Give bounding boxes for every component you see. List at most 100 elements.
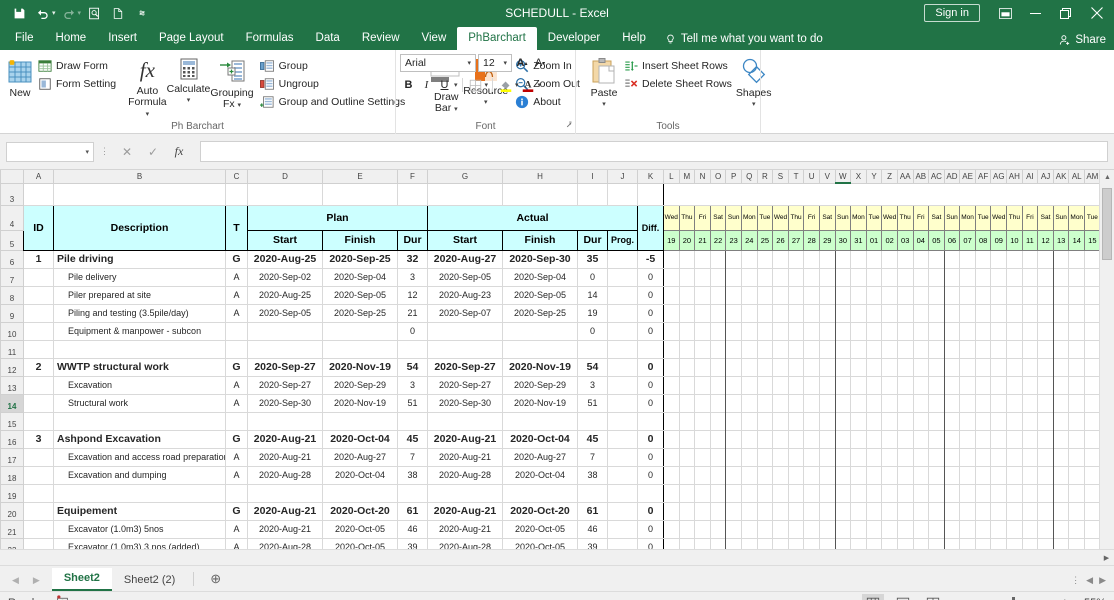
cell-description[interactable]: Pile delivery: [53, 267, 226, 287]
gantt-cell[interactable]: [694, 393, 711, 413]
gantt-cell[interactable]: [959, 537, 976, 549]
cell-prog[interactable]: [607, 519, 638, 539]
font-name-box[interactable]: Arial ▾: [400, 54, 476, 72]
gantt-cell[interactable]: [959, 429, 976, 449]
spreadsheet-grid[interactable]: A B C D E F G H I J K L M N O P Q R S T …: [0, 170, 1114, 549]
col-AI[interactable]: AI: [1021, 170, 1039, 184]
formula-input[interactable]: [200, 141, 1108, 162]
name-box[interactable]: ▾: [6, 141, 94, 162]
cell-actual-dur[interactable]: [577, 483, 608, 503]
gantt-cell[interactable]: [865, 267, 883, 287]
print-preview-icon[interactable]: [83, 3, 105, 23]
gantt-cell[interactable]: [865, 249, 883, 269]
col-C[interactable]: C: [225, 170, 248, 184]
row-header-11[interactable]: 11: [0, 339, 24, 359]
gantt-cell[interactable]: [1006, 285, 1023, 305]
gantt-cell[interactable]: [990, 357, 1008, 377]
gantt-cell[interactable]: [834, 357, 852, 377]
gantt-cell[interactable]: [663, 375, 680, 395]
gantt-cell[interactable]: [1037, 339, 1054, 359]
horizontal-scrollbar-row[interactable]: ▶: [0, 549, 1114, 565]
cell-description[interactable]: Ashpond Excavation: [53, 429, 226, 449]
gantt-cell[interactable]: [1084, 537, 1101, 549]
gantt-cell[interactable]: [974, 429, 992, 449]
record-macro-icon[interactable]: [56, 594, 69, 600]
gantt-cell[interactable]: [990, 249, 1008, 269]
gantt-cell[interactable]: [756, 339, 774, 359]
gantt-cell[interactable]: [896, 249, 914, 269]
font-dialog-launcher[interactable]: ⭷: [566, 118, 572, 134]
cell-plan-finish[interactable]: 2020-Oct-05: [322, 537, 398, 549]
gantt-cell[interactable]: [865, 483, 883, 503]
gantt-cell[interactable]: [1084, 339, 1101, 359]
customize-quick-access-toolbar-icon[interactable]: ⩬: [131, 3, 153, 23]
col-AB[interactable]: AB: [912, 170, 930, 184]
gantt-cell[interactable]: [1084, 483, 1101, 503]
gantt-cell[interactable]: [756, 267, 774, 287]
gantt-cell[interactable]: [1021, 393, 1039, 413]
gantt-cell[interactable]: [1068, 465, 1086, 485]
gantt-cell[interactable]: [881, 285, 898, 305]
gantt-cell[interactable]: [694, 411, 711, 431]
cell[interactable]: [53, 182, 226, 206]
gantt-cell[interactable]: [1006, 465, 1023, 485]
gantt-cell[interactable]: [756, 249, 774, 269]
cell-id[interactable]: [23, 537, 54, 549]
gantt-cell[interactable]: [959, 285, 976, 305]
cell-prog[interactable]: [607, 393, 638, 413]
gantt-cell[interactable]: [740, 375, 758, 395]
gantt-cell[interactable]: [959, 393, 976, 413]
cell-actual-start[interactable]: 2020-Aug-23: [427, 285, 503, 305]
cell-type[interactable]: G: [225, 501, 248, 521]
cell-actual-start[interactable]: 2020-Sep-07: [427, 303, 503, 323]
gantt-cell[interactable]: [756, 465, 774, 485]
cell-actual-start[interactable]: 2020-Sep-27: [427, 375, 503, 395]
gantt-cell[interactable]: [1021, 501, 1039, 521]
gantt-cell[interactable]: [850, 501, 867, 521]
gantt-cell[interactable]: [694, 483, 711, 503]
gantt-cell[interactable]: [928, 249, 945, 269]
gantt-cell[interactable]: [881, 519, 898, 539]
gantt-cell[interactable]: [787, 483, 805, 503]
cell-diff[interactable]: 0: [637, 303, 664, 323]
calculate-dropdown-icon[interactable]: ▾: [187, 95, 191, 106]
gantt-cell[interactable]: [881, 483, 898, 503]
gantt-cell[interactable]: [725, 501, 742, 521]
gantt-cell[interactable]: [725, 519, 742, 539]
gantt-cell[interactable]: [850, 393, 867, 413]
sheet-tab-sheet2[interactable]: Sheet2: [51, 568, 112, 591]
cell-actual-dur[interactable]: 0: [577, 321, 608, 341]
cell-actual-dur[interactable]: 45: [577, 429, 608, 449]
gantt-cell[interactable]: [990, 429, 1008, 449]
gantt-cell[interactable]: [974, 537, 992, 549]
grouping-fx-button[interactable]: Grouping Fx ▾: [210, 53, 254, 111]
gantt-cell[interactable]: [1006, 411, 1023, 431]
gantt-cell[interactable]: [772, 375, 789, 395]
gantt-cell[interactable]: [694, 501, 711, 521]
gantt-cell[interactable]: [928, 519, 945, 539]
col-A[interactable]: A: [23, 170, 54, 184]
cell-actual-finish[interactable]: 2020-Sep-05: [502, 285, 578, 305]
col-T[interactable]: T: [787, 170, 805, 184]
col-N[interactable]: N: [694, 170, 711, 184]
cell-type[interactable]: [225, 339, 248, 359]
auto-formula-button[interactable]: fx Auto Formula ▾: [128, 53, 167, 120]
cell-type[interactable]: [225, 321, 248, 341]
gantt-cell[interactable]: [709, 303, 727, 323]
gantt-cell[interactable]: [709, 447, 727, 467]
gantt-cell[interactable]: [959, 357, 976, 377]
gantt-cell[interactable]: [865, 321, 883, 341]
gantt-cell[interactable]: [694, 447, 711, 467]
cell-plan-start[interactable]: 2020-Sep-27: [247, 375, 323, 395]
gantt-cell[interactable]: [756, 321, 774, 341]
gantt-cell[interactable]: [694, 537, 711, 549]
cell-plan-finish[interactable]: [322, 483, 398, 503]
gantt-cell[interactable]: [1084, 393, 1101, 413]
gantt-cell[interactable]: [787, 249, 805, 269]
gantt-cell[interactable]: [678, 393, 696, 413]
gantt-cell[interactable]: [725, 483, 742, 503]
select-all-corner[interactable]: [0, 170, 24, 184]
gantt-cell[interactable]: [756, 429, 774, 449]
gantt-cell[interactable]: [865, 519, 883, 539]
row-header-19[interactable]: 19: [0, 483, 24, 503]
